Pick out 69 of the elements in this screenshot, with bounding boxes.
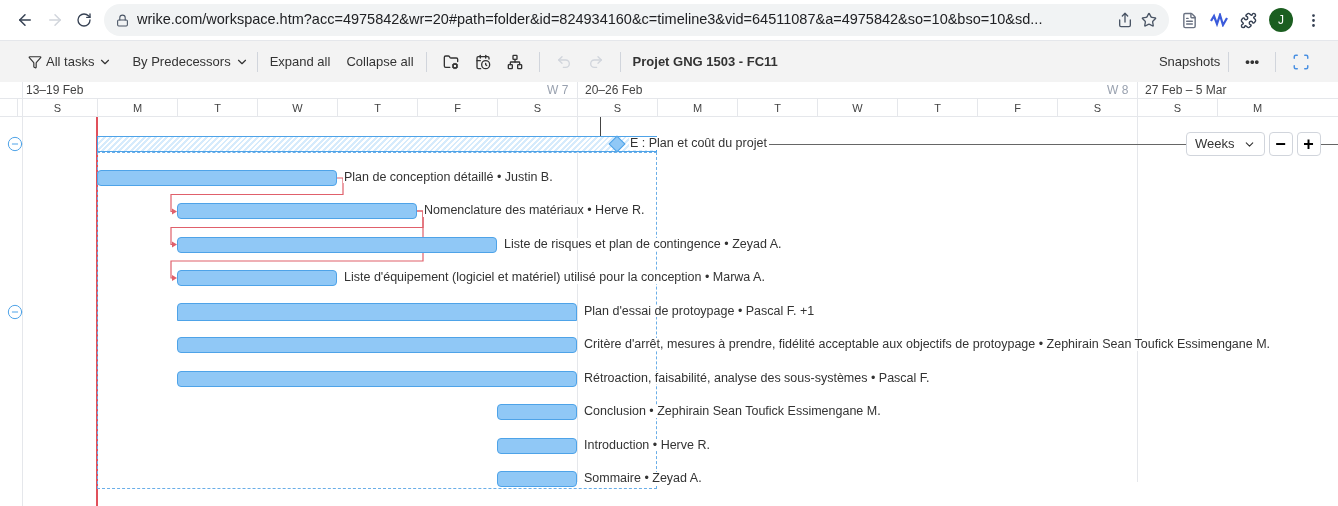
task-label[interactable]: Critère d'arrêt, mesures à prendre, fidélité acceptable aux objectifs de protoypage • Zephirain Sean Toufick Essimengane M. — [583, 338, 1272, 351]
day-label: M — [1217, 99, 1297, 117]
task-label[interactable]: Plan d'essai de protoypage • Pascal F. +1 — [583, 304, 816, 317]
day-label: T — [177, 99, 257, 117]
day-label: M — [657, 99, 737, 117]
star-icon[interactable] — [1141, 12, 1157, 28]
address-bar[interactable]: wrike.com/workspace.htm?acc=4975842&wr=20#path=folder&id=824934160&c=timeline3&vid=64511087&a=4975842&so=10&bso=10&sd... — [104, 4, 1169, 36]
day-label: S — [1057, 99, 1137, 117]
zoom-in-button[interactable]: + — [1296, 132, 1321, 156]
task-bar[interactable] — [97, 169, 337, 186]
url-text: wrike.com/workspace.htm?acc=4975842&wr=20#path=folder&id=824934160&c=timeline3&vid=64511087&a=4975842&so=10&bso=10&sd... — [137, 10, 1043, 30]
day-label: W — [817, 99, 897, 117]
task-bar[interactable] — [177, 270, 337, 286]
fit-icon[interactable] — [1292, 52, 1310, 71]
day-label: T — [737, 99, 817, 117]
puzzle-icon[interactable] — [1240, 11, 1257, 29]
task-label[interactable]: Nomenclature des matériaux • Herve R. — [423, 204, 646, 217]
folder-icon[interactable] — [442, 53, 459, 70]
filter-icon — [28, 54, 42, 69]
task-bar[interactable] — [497, 437, 577, 454]
profile-avatar[interactable]: J — [1269, 8, 1293, 32]
task-label[interactable]: Liste de risques et plan de contingence • Zeyad A. — [503, 237, 783, 250]
day-label: S — [577, 99, 657, 117]
task-label[interactable]: Introduction • Herve R. — [583, 438, 711, 451]
week-number: W 7 — [547, 82, 569, 99]
task-bar[interactable] — [497, 404, 577, 420]
lock-icon — [116, 13, 129, 27]
week-number: W 8 — [1107, 82, 1129, 99]
snapshots-button[interactable]: Snapshots — [1158, 51, 1221, 72]
document-icon[interactable] — [1181, 11, 1198, 29]
day-label: F — [417, 99, 497, 117]
reload-icon[interactable] — [76, 12, 92, 28]
task-label[interactable]: Sommaire • Zeyad A. — [583, 472, 703, 485]
filter-dropdown[interactable]: All tasks — [28, 51, 113, 72]
week-range: 20–26 Feb — [585, 82, 643, 99]
grouping-dropdown[interactable]: By Predecessors — [132, 51, 249, 72]
task-bar[interactable] — [177, 203, 417, 219]
task-bar[interactable] — [177, 370, 577, 387]
hierarchy-icon[interactable] — [506, 53, 523, 70]
project-title: Projet GNG 1503 - FC11 — [632, 52, 778, 71]
task-bar[interactable] — [177, 236, 497, 253]
task-label[interactable]: E : Plan et coût du projet — [629, 137, 768, 150]
more-button[interactable]: ••• — [1237, 51, 1267, 72]
collapse-icon[interactable] — [7, 136, 23, 152]
week-range: 13–19 Feb — [26, 82, 84, 99]
day-label: S — [1137, 99, 1217, 117]
share-icon[interactable] — [1117, 12, 1133, 28]
day-label: W — [257, 99, 337, 117]
task-label[interactable]: Rétroaction, faisabilité, analyse des sous-systèmes • Pascal F. — [583, 371, 931, 384]
task-bar[interactable] — [177, 337, 577, 353]
week-range: 27 Feb – 5 Mar — [1145, 82, 1227, 99]
collapse-icon[interactable] — [7, 303, 23, 320]
day-label: M — [97, 99, 177, 117]
day-label: T — [897, 99, 977, 117]
wave-icon[interactable] — [1210, 13, 1228, 27]
task-label[interactable]: Liste d'équipement (logiciel et matériel) utilisé pour la conception • Marwa A. — [343, 271, 766, 284]
task-label[interactable]: Plan de conception détaillé • Justin B. — [343, 170, 554, 183]
task-label[interactable]: Conclusion • Zephirain Sean Toufick Essimengane M. — [583, 405, 882, 418]
day-label: F — [977, 99, 1057, 117]
collapse-all-button[interactable]: Collapse all — [342, 51, 418, 72]
back-icon[interactable] — [16, 11, 34, 29]
group-bar[interactable] — [177, 302, 577, 321]
task-bar[interactable] — [497, 471, 577, 487]
day-label: S — [497, 99, 577, 117]
zoom-out-button[interactable]: − — [1268, 132, 1293, 156]
expand-all-button[interactable]: Expand all — [265, 51, 335, 72]
day-label: T — [337, 99, 417, 117]
calendar-icon[interactable] — [474, 53, 491, 70]
scale-dropdown[interactable]: Weeks — [1186, 132, 1265, 156]
